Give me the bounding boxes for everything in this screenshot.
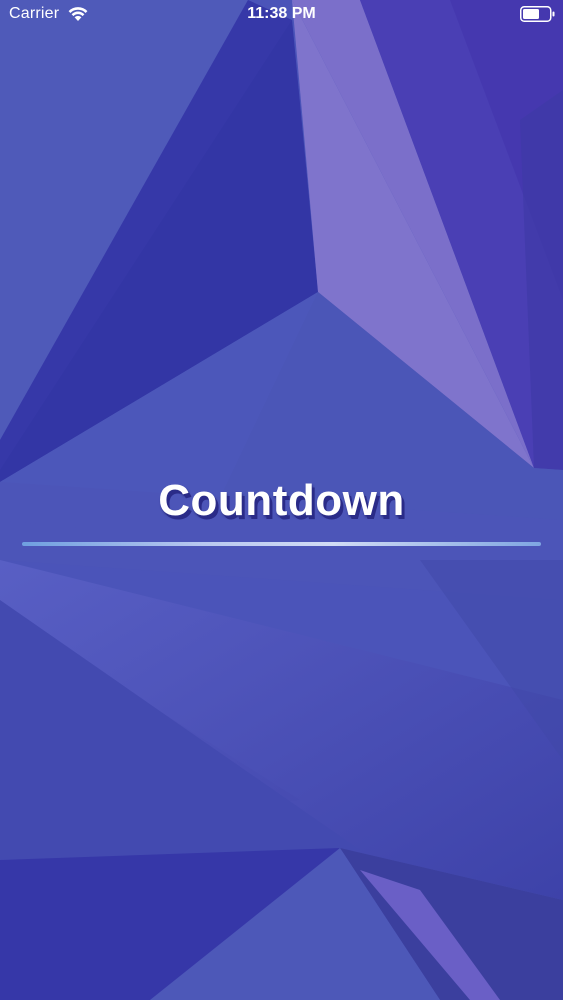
launch-screen: Carrier 11:38 PM Countdown bbox=[0, 0, 563, 1000]
clock-label: 11:38 PM bbox=[247, 5, 316, 22]
status-bar: Carrier 11:38 PM bbox=[0, 0, 563, 30]
app-title: Countdown bbox=[158, 476, 405, 525]
battery-icon bbox=[520, 6, 556, 22]
title-divider bbox=[22, 542, 541, 546]
